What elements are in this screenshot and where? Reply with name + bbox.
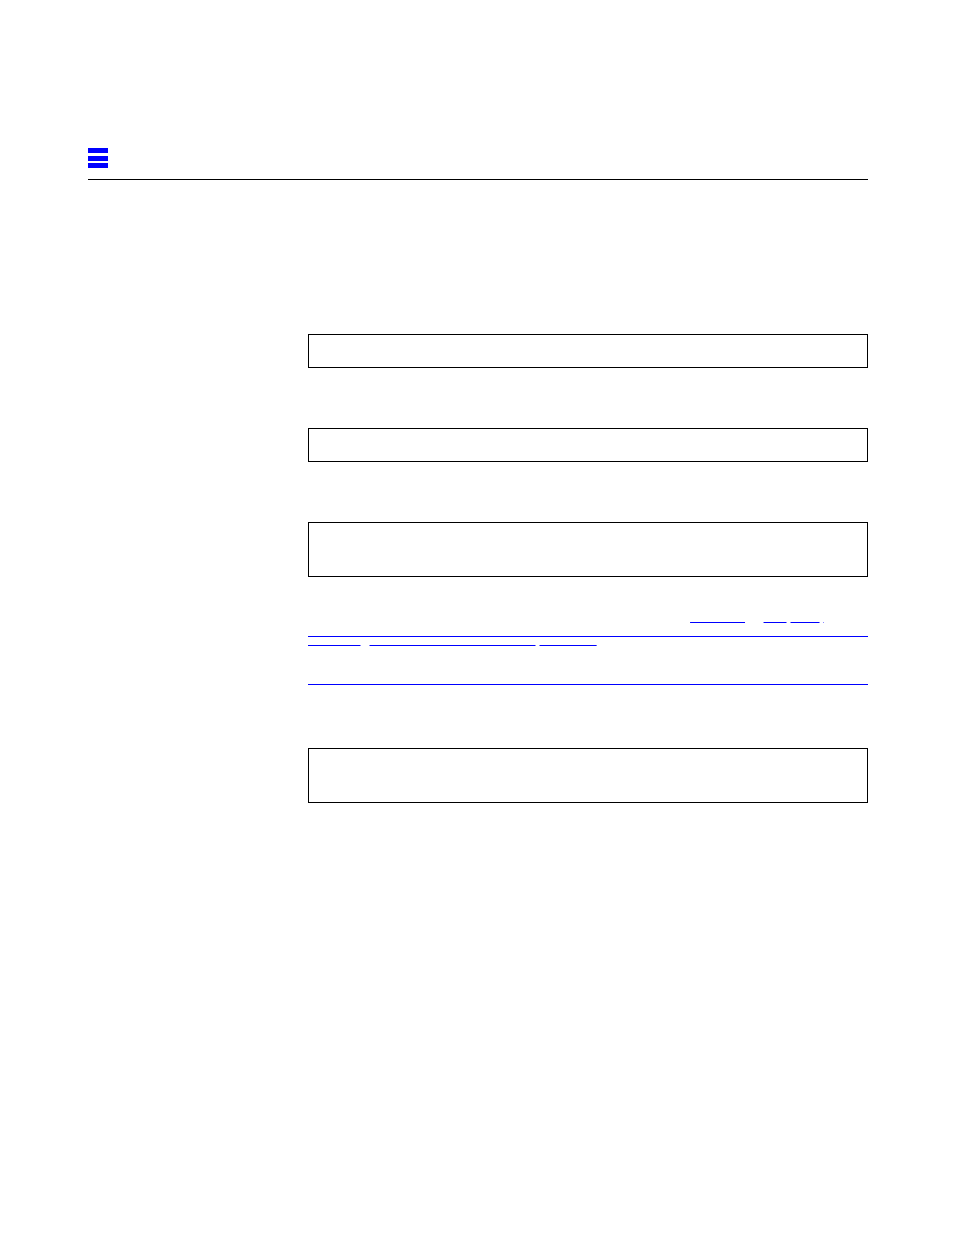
cmd1: # mkdir /cdrom/cdrom0 [319, 343, 489, 358]
codebox-1-wrap: # mkdir /cdrom/cdrom0 [308, 334, 868, 374]
p5a: The [308, 609, 334, 625]
codebox-1: # mkdir /cdrom/cdrom0 [308, 334, 868, 368]
codebox-3: # cd /cdrom/cdrom0/SMCC # ls [308, 522, 868, 577]
p5g: " for a listing of software product dire… [597, 632, 859, 648]
para-links-text: The SMCC directory lists the software pr… [308, 606, 868, 653]
menu-icon [88, 148, 108, 168]
codebox-2: # mount -o ro -F hsfs /dev/dsk/c0t6d0s0 … [308, 428, 868, 462]
p5c: directory lists the software products by… [368, 609, 690, 625]
cmd3b: # ls [319, 551, 351, 566]
page: • If you are not sure whether this packa… [0, 0, 954, 1235]
cmd4b: # eject [319, 777, 376, 792]
link-table[interactable]: Table 1-1 [690, 609, 745, 625]
header-rule [88, 179, 868, 180]
p5b: SMCC [334, 610, 368, 626]
codebox-4-wrap: # umount /cdrom/cdrom0 # eject [308, 748, 868, 809]
cmd3a: # cd /cdrom/cdrom0/SMCC [319, 531, 505, 546]
codebox-4: # umount /cdrom/cdrom0 # eject [308, 748, 868, 803]
cmd4a: # umount /cdrom/cdrom0 [319, 757, 497, 772]
cmd2: # mount -o ro -F hsfs /dev/dsk/c0t6d0s0 … [319, 437, 748, 452]
codebox-3-wrap: # cd /cdrom/cdrom0/SMCC # ls [308, 522, 868, 583]
para-links: The SMCC directory lists the software pr… [308, 606, 868, 661]
codebox-2-wrap: # mount -o ro -F hsfs /dev/dsk/c0t6d0s0 … [308, 428, 868, 468]
p5e: in [745, 609, 764, 625]
